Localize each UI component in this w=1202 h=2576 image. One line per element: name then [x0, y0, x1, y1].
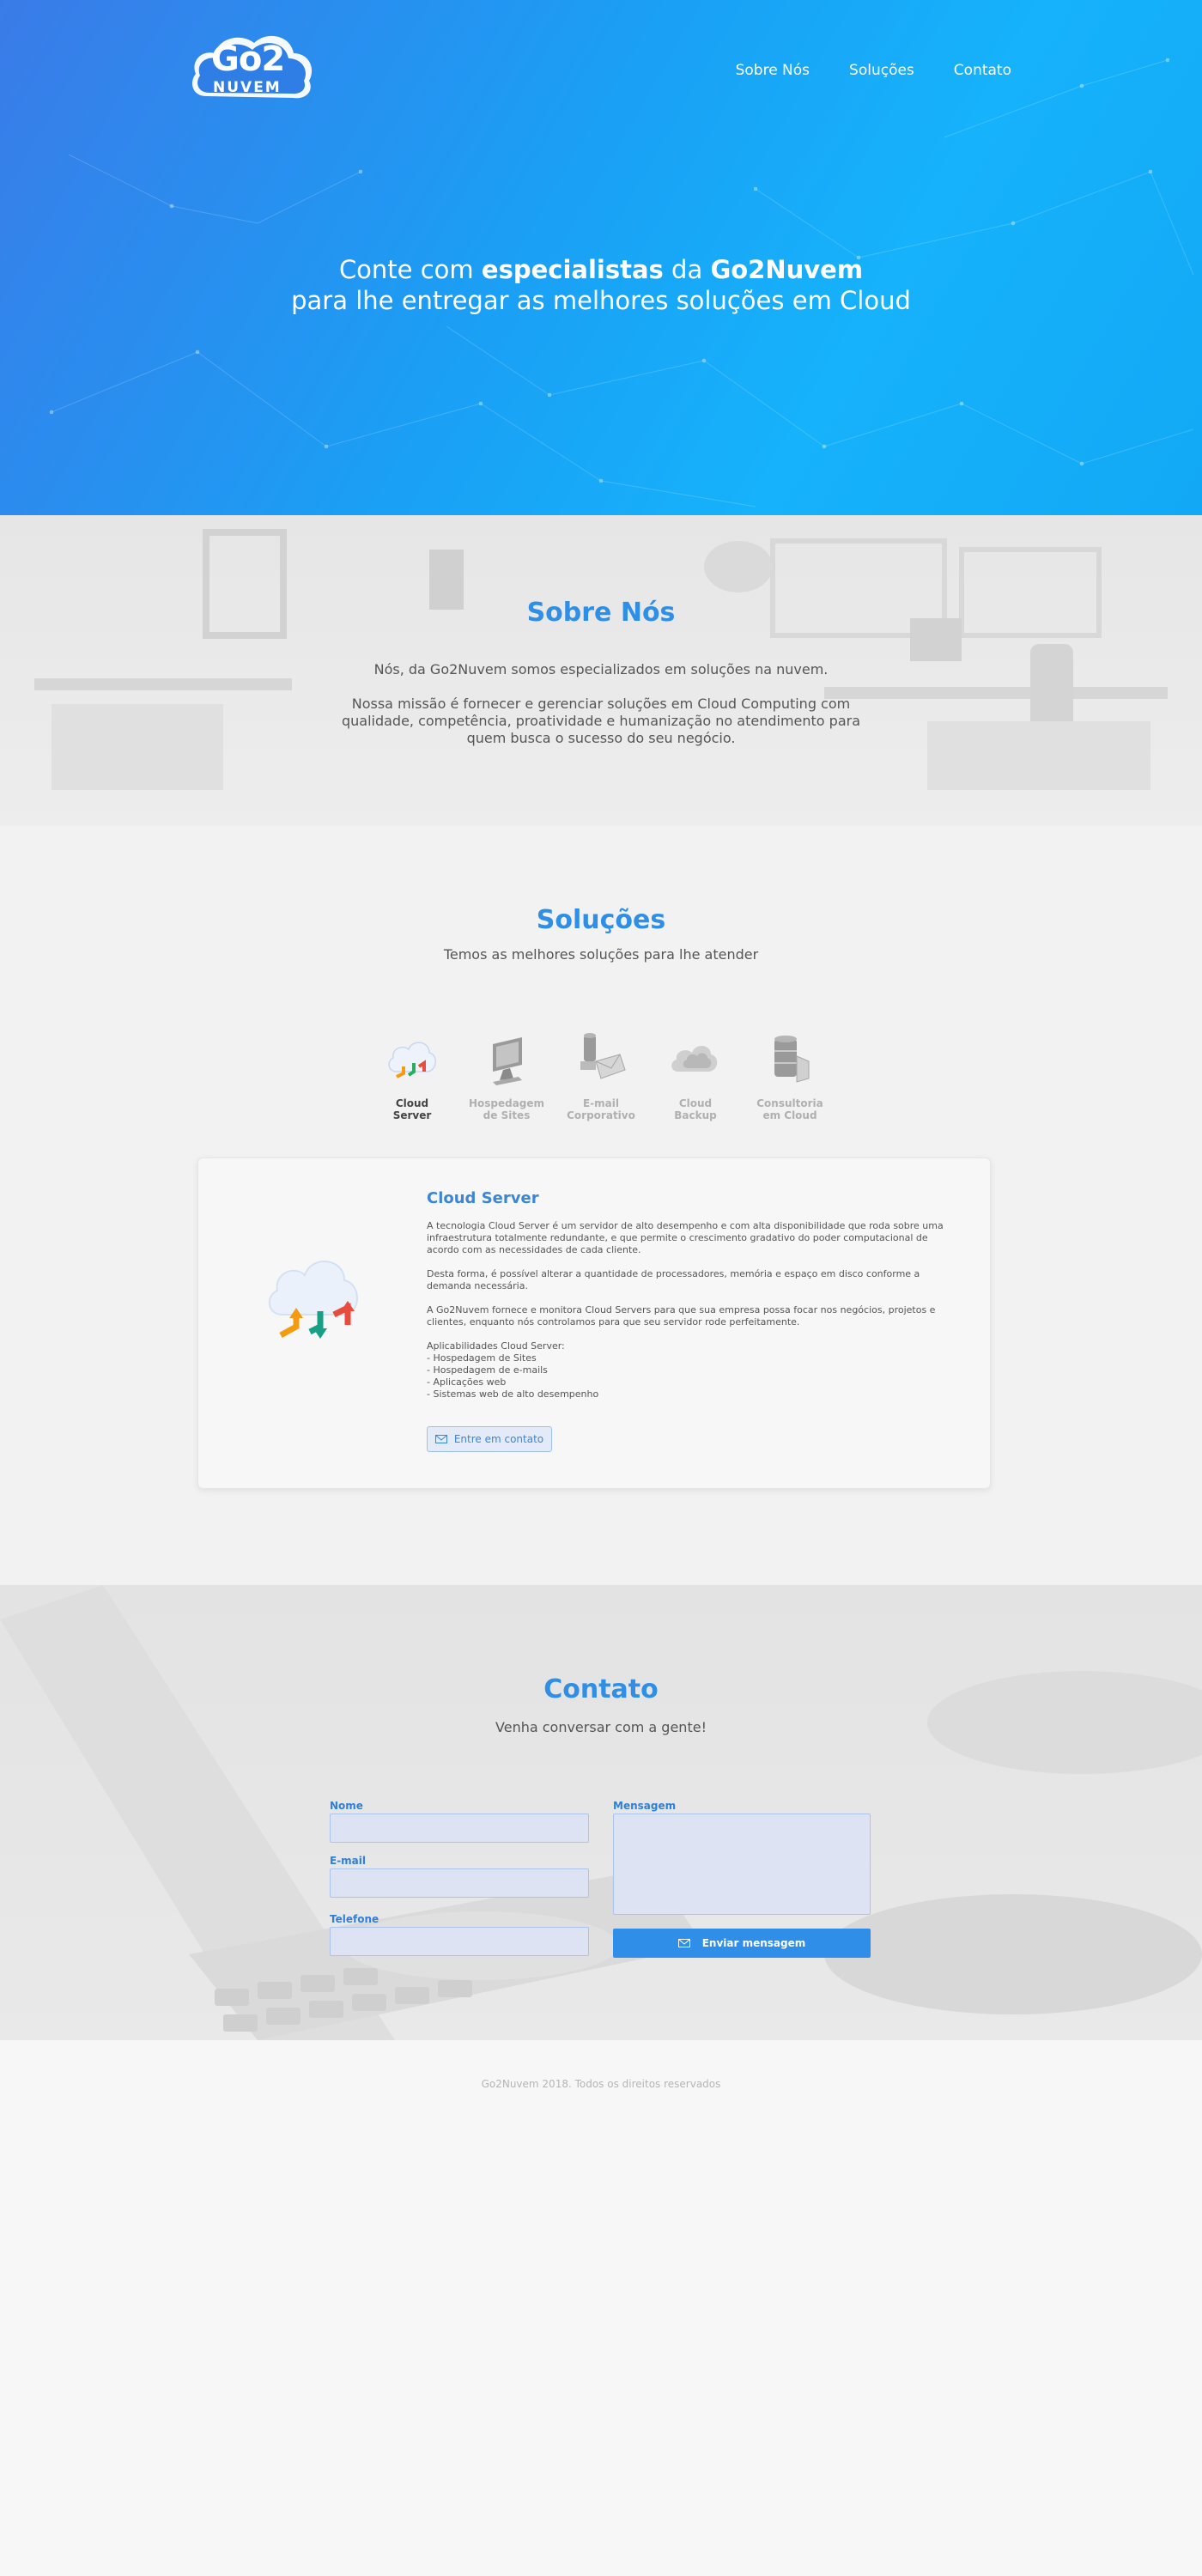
list-item: - Hospedagem de Sites: [427, 1352, 537, 1364]
database-icon: [774, 1036, 810, 1083]
name-label: Nome: [330, 1800, 363, 1812]
solutions-section: Soluções Temos as melhores soluções para…: [0, 826, 1202, 1585]
card-list: - Hospedagem de Sites - Hospedagem de e-…: [427, 1352, 950, 1400]
hero-section: Go2 NUVEM Sobre Nós Soluções Contato Con…: [0, 0, 1202, 515]
logo[interactable]: Go2 NUVEM: [187, 27, 316, 103]
tab-label: Cloud Server: [392, 1097, 432, 1121]
message-textarea[interactable]: [613, 1814, 871, 1915]
name-input[interactable]: [330, 1814, 589, 1843]
nav-sobre-nos[interactable]: Sobre Nós: [736, 62, 810, 79]
cloud-server-illustration: [269, 1261, 358, 1339]
hero-line1-pre: Conte com: [338, 255, 482, 284]
tab-cloud-backup[interactable]: Cloud Backup: [648, 1032, 743, 1135]
hero-headline: Conte com especialistas da Go2Nuvem para…: [0, 254, 1202, 316]
phone-input[interactable]: [330, 1927, 589, 1956]
main-nav: Sobre Nós Soluções Contato: [736, 62, 1011, 79]
card-title: Cloud Server: [427, 1189, 539, 1207]
card-paragraph-1: A tecnologia Cloud Server é um servidor …: [427, 1220, 944, 1255]
footer-copyright: Go2Nuvem 2018. Todos os direitos reserva…: [481, 2078, 721, 2090]
email-server-icon: [580, 1033, 626, 1079]
hero-line1-bold2: Go2Nuvem: [710, 255, 864, 284]
contact-us-button-label: Entre em contato: [453, 1433, 544, 1445]
card-body: A tecnologia Cloud Server é um servidor …: [427, 1220, 950, 1400]
tab-label: Hospedagem de Sites: [468, 1097, 545, 1121]
nav-contato[interactable]: Contato: [954, 62, 1011, 79]
list-item: - Sistemas web de alto desempenho: [427, 1388, 599, 1400]
send-message-label: Enviar mensagem: [701, 1937, 806, 1949]
solution-card: Cloud Server A tecnologia Cloud Server é…: [197, 1157, 991, 1489]
phone-label: Telefone: [330, 1913, 379, 1925]
envelope-icon: [677, 1939, 690, 1947]
card-paragraph-3: A Go2Nuvem fornece e monitora Cloud Serv…: [427, 1304, 936, 1327]
email-label: E-mail: [330, 1855, 367, 1867]
tab-label: Cloud Backup: [674, 1097, 717, 1121]
about-paragraph-2: Nossa missão é fornecer e gerenciar solu…: [341, 696, 861, 746]
hero-line-2: para lhe entregar as melhores soluções e…: [291, 286, 911, 315]
envelope-icon: [434, 1435, 447, 1443]
solutions-tabs: Cloud Server Hospedagem de Sites E-mail …: [365, 1032, 837, 1135]
card-paragraph-2: Desta forma, é possível alterar a quanti…: [427, 1268, 920, 1291]
tab-cloud-server[interactable]: Cloud Server: [365, 1032, 459, 1135]
list-item: - Hospedagem de e-mails: [427, 1364, 548, 1376]
message-label: Mensagem: [613, 1800, 677, 1812]
monitor-icon: [493, 1037, 522, 1085]
logo-text-top: Go2: [211, 39, 285, 79]
solutions-title: Soluções: [536, 905, 666, 935]
tab-label: Consultoria em Cloud: [756, 1097, 823, 1121]
hero-line1-mid: da: [663, 255, 711, 284]
tab-label: E-mail Corporativo: [567, 1097, 635, 1121]
logo-text-bottom: NUVEM: [213, 79, 282, 96]
email-input[interactable]: [330, 1868, 589, 1898]
send-message-button[interactable]: Enviar mensagem: [613, 1929, 871, 1958]
about-section: Sobre Nós Nós, da Go2Nuvem somos especia…: [0, 515, 1202, 826]
contact-section: Contato Venha conversar com a gente! Nom…: [0, 1585, 1202, 2040]
laptop-background-image: [0, 1585, 1202, 2040]
contact-us-button[interactable]: Entre em contato: [427, 1426, 552, 1452]
about-paragraph-1: Nós, da Go2Nuvem somos especializados em…: [373, 661, 829, 677]
tab-consultoria-em-cloud[interactable]: Consultoria em Cloud: [743, 1032, 837, 1135]
nav-solucoes[interactable]: Soluções: [849, 62, 914, 79]
contact-subtitle: Venha conversar com a gente!: [495, 1719, 707, 1735]
cloud-backup-icon: [671, 1045, 718, 1072]
hero-line1-bold1: especialistas: [481, 255, 664, 284]
cloud-server-icon: [388, 1042, 436, 1078]
contact-title: Contato: [543, 1674, 659, 1704]
solutions-subtitle: Temos as melhores soluções para lhe aten…: [443, 946, 759, 963]
tab-hospedagem-de-sites[interactable]: Hospedagem de Sites: [459, 1032, 554, 1135]
hero-line-1: Conte com especialistas da Go2Nuvem: [0, 254, 1202, 285]
about-title: Sobre Nós: [526, 598, 676, 628]
list-item: - Aplicações web: [427, 1376, 507, 1388]
card-list-title: Aplicabilidades Cloud Server:: [427, 1340, 565, 1352]
footer: Go2Nuvem 2018. Todos os direitos reserva…: [0, 2040, 1202, 2576]
tab-email-corporativo[interactable]: E-mail Corporativo: [554, 1032, 648, 1135]
